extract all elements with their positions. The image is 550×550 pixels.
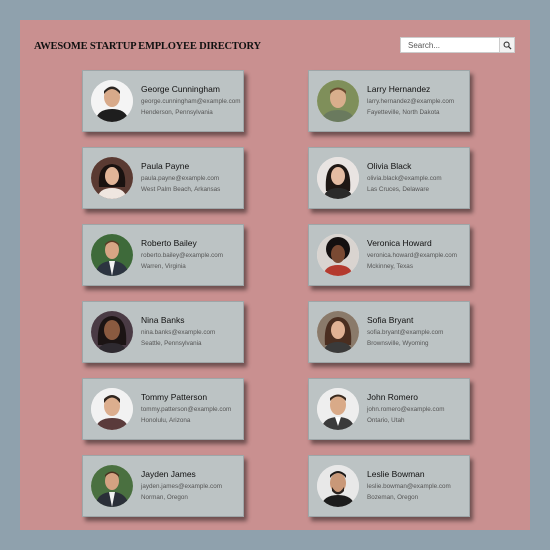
avatar [91,157,133,199]
employee-location: Norman, Oregon [141,494,188,501]
employee-card[interactable]: Nina Banks nina.banks@example.com Seattl… [82,301,244,363]
employee-location: Brownsville, Wyoming [367,340,429,347]
employee-location: West Palm Beach, Arkansas [141,186,221,193]
employee-email: john.romero@example.com [367,406,445,413]
employee-email: leslie.bowman@example.com [367,483,451,490]
avatar [91,388,133,430]
employee-name: Sofia Bryant [367,315,414,325]
employee-email: olivia.black@example.com [367,175,442,182]
employee-card[interactable]: Leslie Bowman leslie.bowman@example.com … [308,455,470,517]
page-title: Awesome Startup Employee Directory [34,41,261,52]
magnifier-icon [503,41,512,50]
avatar [317,311,359,353]
search-button[interactable] [499,37,515,53]
employee-email: veronica.howard@example.com [367,252,458,259]
avatar [317,234,359,276]
employee-name: Paula Payne [141,161,190,171]
avatar [91,80,133,122]
employee-email: george.cunningham@example.com [141,98,241,105]
employee-card[interactable]: John Romero john.romero@example.com Onta… [308,378,470,440]
employee-name: Veronica Howard [367,238,432,248]
employee-location: Honolulu, Arizona [141,417,191,424]
employee-location: Bozeman, Oregon [367,494,419,501]
employee-card[interactable]: Sofia Bryant sofia.bryant@example.com Br… [308,301,470,363]
avatar [317,157,359,199]
employee-location: Seattle, Pennsylvania [141,340,202,347]
employee-location: Ontario, Utah [367,417,405,424]
employee-name: Leslie Bowman [367,469,425,479]
employee-name: Larry Hernandez [367,84,431,94]
avatar [91,465,133,507]
employee-email: tommy.patterson@example.com [141,406,232,413]
search-input[interactable] [400,37,505,53]
employee-card[interactable]: Roberto Bailey roberto.bailey@example.co… [82,224,244,286]
employee-name: John Romero [367,392,419,402]
avatar [91,311,133,353]
employee-location: Henderson, Pennsylvania [141,109,213,116]
avatar [91,234,133,276]
employee-email: roberto.bailey@example.com [141,252,223,259]
employee-card[interactable]: Veronica Howard veronica.howard@example.… [308,224,470,286]
employee-card[interactable]: Larry Hernandez larry.hernandez@example.… [308,70,470,132]
employee-location: Warren, Virginia [141,263,186,270]
employee-location: Mckinney, Texas [367,263,413,270]
employee-card[interactable]: Paula Payne paula.payne@example.com West… [82,147,244,209]
avatar [317,388,359,430]
directory-panel: Awesome Startup Employee Directory Georg… [20,20,530,530]
employee-name: George Cunningham [141,84,220,94]
employee-name: Jayden James [141,469,196,479]
employee-email: sofia.bryant@example.com [367,329,444,336]
employee-card[interactable]: George Cunningham george.cunningham@exam… [82,70,244,132]
employee-name: Olivia Black [367,161,412,171]
employee-card[interactable]: Tommy Patterson tommy.patterson@example.… [82,378,244,440]
employee-card[interactable]: Olivia Black olivia.black@example.com La… [308,147,470,209]
employee-location: Fayetteville, North Dakota [367,109,440,116]
employee-name: Nina Banks [141,315,185,325]
avatar [317,80,359,122]
employee-email: paula.payne@example.com [141,175,220,182]
employee-location: Las Cruces, Delaware [367,186,429,193]
employee-name: Tommy Patterson [141,392,208,402]
employee-card[interactable]: Jayden James jayden.james@example.com No… [82,455,244,517]
employee-email: jayden.james@example.com [141,483,222,490]
avatar [317,465,359,507]
employee-email: larry.hernandez@example.com [367,98,455,105]
employee-email: nina.banks@example.com [141,329,216,336]
employee-name: Roberto Bailey [141,238,197,248]
